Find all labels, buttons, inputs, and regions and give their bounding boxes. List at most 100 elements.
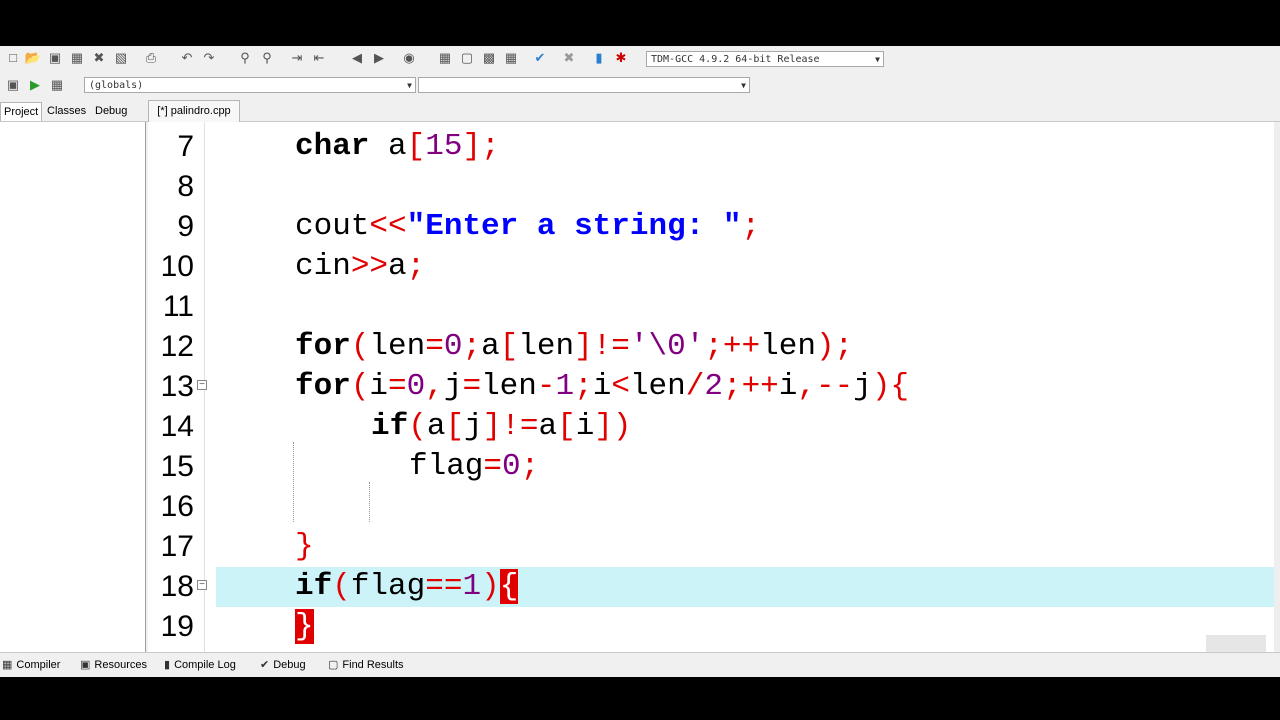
code-line: 19 } — [148, 607, 1280, 647]
goto-forward-icon[interactable]: ▶ — [370, 49, 388, 67]
chevron-down-icon: ▼ — [741, 81, 746, 90]
tab-classes[interactable]: Classes — [44, 102, 89, 120]
find-icon[interactable]: ⚲ — [236, 49, 254, 67]
code-line: 9 cout<<"Enter a string: "; — [148, 207, 1280, 247]
line-number: 10 — [160, 250, 194, 283]
code-line: 14 if(a[j]!=a[i]) — [148, 407, 1280, 447]
tab-resources-label: Resources — [94, 659, 147, 671]
new-class-icon[interactable]: ▩ — [480, 49, 498, 67]
check-icon[interactable]: ✔ — [531, 49, 549, 67]
chevron-down-icon: ▼ — [407, 81, 412, 90]
identifier: cin — [295, 249, 351, 284]
line-number: 18 — [160, 570, 194, 603]
tab-resources[interactable]: ▣ Resources — [80, 656, 147, 674]
compile-log-icon: ▮ — [164, 659, 171, 671]
resources-icon: ▣ — [80, 659, 91, 671]
close-icon[interactable]: ✖ — [90, 49, 108, 67]
grid-icon[interactable]: ▦ — [502, 49, 520, 67]
keyword: char — [295, 129, 370, 164]
fold-toggle-icon[interactable]: − — [197, 380, 207, 390]
code-line: 10 cin>>a; — [148, 247, 1280, 287]
fold-toggle-icon[interactable]: − — [197, 580, 207, 590]
unindent-icon[interactable]: ⇤ — [310, 49, 328, 67]
bottom-panel-tabs: ▦ Compiler ▣ Resources ▮ Compile Log ✔ D… — [0, 652, 1280, 677]
redo-icon[interactable]: ↷ — [200, 49, 218, 67]
chart-icon[interactable]: ▮ — [590, 49, 608, 67]
debug-icon[interactable]: ✱ — [612, 49, 630, 67]
vertical-scrollbar[interactable] — [1274, 122, 1280, 652]
insert-icon[interactable]: ▦ — [48, 76, 66, 94]
line-number: 16 — [160, 490, 194, 523]
line-number: 14 — [160, 410, 194, 443]
new-project-icon[interactable]: ▦ — [436, 49, 454, 67]
tabs-row: Project Classes Debug [*] palindro.cpp — [0, 98, 1280, 122]
stop-icon[interactable]: ✖ — [560, 49, 578, 67]
code-line: 8 — [148, 167, 1280, 207]
project-panel[interactable] — [0, 122, 146, 652]
indent-icon[interactable]: ⇥ — [288, 49, 306, 67]
new-file-icon[interactable]: □ — [4, 49, 22, 67]
tab-compile-log-label: Compile Log — [174, 659, 236, 671]
code-line: 17 } — [148, 527, 1280, 567]
code-line: 13 − for(i=0,j=len-1;i<len/2;++i,--j){ — [148, 367, 1280, 407]
keyword: if — [371, 409, 409, 444]
tab-find-results-label: Find Results — [342, 659, 404, 671]
replace-icon[interactable]: ⚲ — [258, 49, 276, 67]
undo-icon[interactable]: ↶ — [178, 49, 196, 67]
operator: ; — [481, 129, 500, 164]
open-icon[interactable]: 📂 — [24, 49, 42, 67]
identifier: flag — [409, 449, 484, 484]
matched-brace: } — [295, 609, 314, 644]
goto-back-icon[interactable]: ◀ — [348, 49, 366, 67]
debug-check-icon: ✔ — [260, 659, 270, 671]
tab-compile-log[interactable]: ▮ Compile Log — [164, 656, 236, 674]
code-line: 7 char a[15]; — [148, 127, 1280, 167]
code-text: cin>>a; — [295, 247, 425, 287]
class-toolbar: ▣ ▶ ▦ (globals) ▼ ▼ — [0, 73, 1280, 97]
code-line: 18 − if(flag==1){ — [148, 567, 1280, 607]
operator: << — [369, 209, 407, 244]
code-text: flag=0; — [409, 447, 539, 487]
string-literal: "Enter a string: " — [406, 209, 742, 244]
save-icon[interactable]: ▣ — [46, 49, 64, 67]
compiler-icon: ▦ — [2, 659, 13, 671]
operator: ; — [741, 209, 761, 244]
tab-compiler[interactable]: ▦ Compiler — [2, 656, 60, 674]
line-number: 15 — [160, 450, 194, 483]
tab-find-results[interactable]: ▢ Find Results — [328, 656, 404, 674]
close-all-icon[interactable]: ▧ — [112, 49, 130, 67]
tab-debug[interactable]: Debug — [92, 102, 130, 120]
compiler-select-value: TDM-GCC 4.9.2 64-bit Release — [651, 54, 820, 65]
compiler-select[interactable]: TDM-GCC 4.9.2 64-bit Release ▼ — [646, 51, 884, 67]
code-text: for(i=0,j=len-1;i<len/2;++i,--j){ — [295, 369, 910, 404]
find-results-icon: ▢ — [328, 659, 339, 671]
code-line: 11 — [148, 287, 1280, 327]
code-line: 12 for(len=0;a[len]!='\0';++len); — [148, 327, 1280, 367]
operator: = — [483, 449, 503, 484]
code-text: } — [295, 607, 314, 647]
class-browser-icon[interactable]: ▣ — [4, 76, 22, 94]
file-tab-palindro[interactable]: [*] palindro.cpp — [148, 100, 240, 122]
save-all-icon[interactable]: ▦ — [68, 49, 86, 67]
code-text: if(a[j]!=a[i]) — [371, 409, 632, 444]
code-editor[interactable]: 7 char a[15]; 8 9 cout<<"Enter a string:… — [148, 122, 1280, 652]
project-options-icon[interactable]: ▢ — [458, 49, 476, 67]
chevron-down-icon: ▼ — [875, 55, 880, 64]
tab-debug-output-label: Debug — [273, 659, 306, 671]
tab-debug-output[interactable]: ✔ Debug — [260, 656, 306, 674]
bookmark-icon[interactable]: ◉ — [400, 49, 418, 67]
code-text: } — [295, 527, 314, 567]
number-literal: 15 — [425, 129, 463, 164]
globals-select[interactable]: (globals) ▼ — [84, 77, 416, 93]
line-number: 17 — [160, 530, 194, 563]
tab-project[interactable]: Project — [0, 102, 43, 121]
code-text: for(len=0;a[len]!='\0';++len); — [295, 329, 854, 364]
globals-select-value: (globals) — [89, 80, 144, 91]
line-number: 19 — [160, 610, 194, 643]
goto-declaration-icon[interactable]: ▶ — [26, 76, 44, 94]
code-text: char a[15]; — [295, 127, 500, 167]
operator: [ — [406, 129, 426, 164]
print-icon[interactable]: ⎙ — [142, 49, 160, 67]
members-select[interactable]: ▼ — [418, 77, 750, 93]
code-text: if(flag==1){ — [295, 569, 519, 604]
